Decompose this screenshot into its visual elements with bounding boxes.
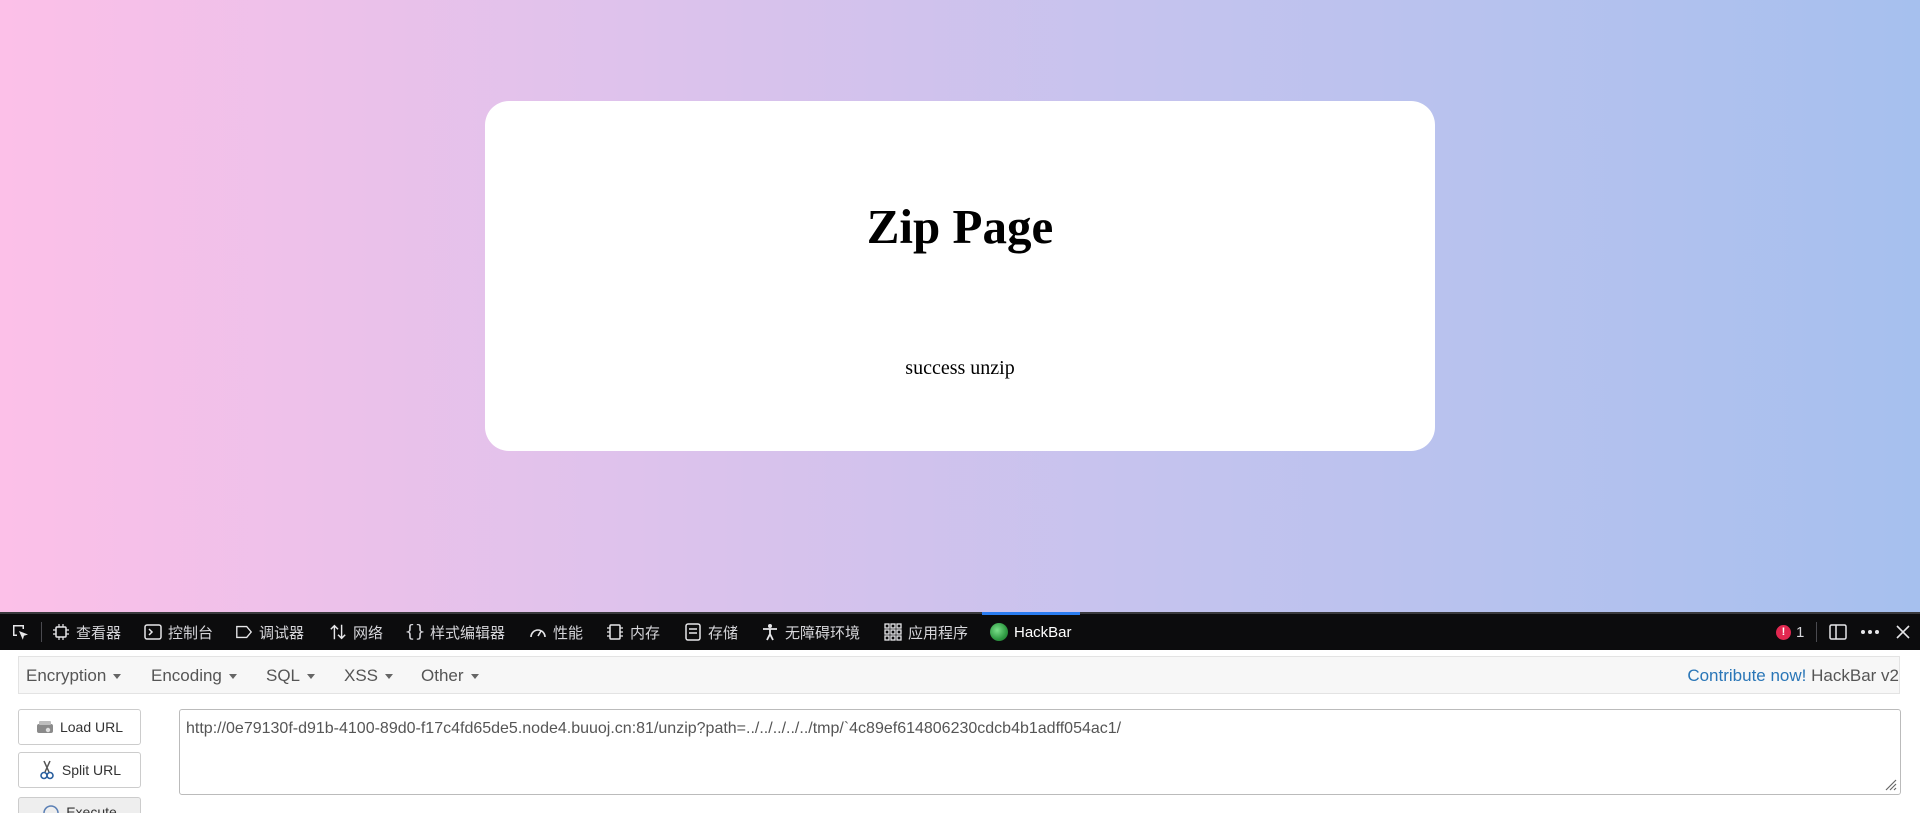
hackbar-logo-icon <box>990 623 1008 641</box>
devtools-panel: 查看器 控制台 调试器 网络 {} 样式编辑器 性能 内存 存储 无障碍环境 应… <box>0 612 1920 813</box>
console-icon <box>144 623 162 641</box>
tab-label: 查看器 <box>76 624 122 642</box>
menu-label: Encryption <box>26 666 107 685</box>
tab-label: 存储 <box>708 624 739 642</box>
menu-encoding[interactable]: Encoding <box>151 666 237 686</box>
contribute-area: Contribute now! HackBar v2 <box>1687 666 1899 686</box>
dock-side-icon[interactable] <box>1828 622 1848 642</box>
tab-inspector[interactable]: 查看器 <box>52 614 121 650</box>
chevron-down-icon <box>307 673 316 679</box>
chevron-down-icon <box>385 673 394 679</box>
tab-label: HackBar <box>1014 623 1072 641</box>
tab-label: 控制台 <box>168 624 214 642</box>
devtools-toolbar: 查看器 控制台 调试器 网络 {} 样式编辑器 性能 内存 存储 无障碍环境 应… <box>0 612 1920 650</box>
content-card: Zip Page success unzip <box>485 101 1435 451</box>
tab-hackbar[interactable]: HackBar <box>982 612 1080 650</box>
accessibility-icon <box>761 623 779 641</box>
close-icon[interactable] <box>1893 622 1913 642</box>
tab-label: 样式编辑器 <box>430 624 506 642</box>
menu-label: SQL <box>266 666 301 685</box>
load-url-icon <box>36 718 54 736</box>
menu-xss[interactable]: XSS <box>344 666 394 686</box>
tab-memory[interactable]: 内存 <box>606 614 660 650</box>
toolbar-divider <box>1816 622 1817 642</box>
tab-label: 性能 <box>553 624 584 642</box>
contribute-link[interactable]: Contribute now! <box>1687 666 1806 685</box>
chevron-down-icon <box>113 673 122 679</box>
more-options-icon[interactable] <box>1860 622 1880 642</box>
url-input[interactable]: http://0e79130f-d91b-4100-89d0-f17c4fd65… <box>179 709 1901 795</box>
split-url-button[interactable]: Split URL <box>18 752 141 788</box>
chevron-down-icon <box>228 673 237 679</box>
tab-label: 网络 <box>353 624 384 642</box>
network-icon <box>329 623 347 641</box>
tab-application[interactable]: 应用程序 <box>884 614 968 650</box>
menu-label: Encoding <box>151 666 222 685</box>
tab-console[interactable]: 控制台 <box>144 614 213 650</box>
load-url-label: Load URL <box>59 719 124 735</box>
menu-encryption[interactable]: Encryption <box>26 666 122 686</box>
style-editor-icon: {} <box>404 622 426 642</box>
menu-label: Other <box>421 666 464 685</box>
tab-style-editor[interactable]: {} 样式编辑器 <box>404 614 506 650</box>
element-picker-icon[interactable] <box>10 622 30 642</box>
menu-label: XSS <box>344 666 379 685</box>
tab-network[interactable]: 网络 <box>329 614 383 650</box>
execute-label: Execute <box>66 804 117 813</box>
menu-sql[interactable]: SQL <box>266 666 316 686</box>
error-icon: ! <box>1776 624 1791 640</box>
page-viewport: Zip Page success unzip <box>0 0 1920 612</box>
tab-label: 无障碍环境 <box>785 624 861 642</box>
error-count: 1 <box>1796 623 1805 641</box>
debugger-icon <box>235 623 253 641</box>
menu-other[interactable]: Other <box>421 666 479 686</box>
execute-icon <box>42 804 60 813</box>
tab-performance[interactable]: 性能 <box>529 614 583 650</box>
storage-icon <box>684 623 702 641</box>
application-icon <box>884 623 902 641</box>
page-title: Zip Page <box>866 199 1054 254</box>
scissors-icon <box>38 760 56 780</box>
tab-label: 应用程序 <box>908 624 969 642</box>
split-url-label: Split URL <box>61 762 122 778</box>
tab-label: 调试器 <box>259 624 305 642</box>
tab-storage[interactable]: 存储 <box>684 614 738 650</box>
memory-icon <box>606 623 624 641</box>
toolbar-divider <box>41 622 42 642</box>
url-text: http://0e79130f-d91b-4100-89d0-f17c4fd65… <box>186 720 1122 737</box>
tab-debugger[interactable]: 调试器 <box>235 614 304 650</box>
tab-label: 内存 <box>630 624 661 642</box>
inspector-icon <box>52 623 70 641</box>
chevron-down-icon <box>470 673 479 679</box>
resize-grip-icon[interactable] <box>1883 777 1897 791</box>
hackbar-version: HackBar v2 <box>1811 666 1899 685</box>
error-counter[interactable]: ! 1 <box>1776 614 1804 650</box>
load-url-button[interactable]: Load URL <box>18 709 141 745</box>
execute-button[interactable]: Execute <box>18 797 141 813</box>
performance-icon <box>529 623 547 641</box>
hackbar-menu-bar: Encryption Encoding SQL XSS Other Contri… <box>18 656 1900 694</box>
tab-accessibility[interactable]: 无障碍环境 <box>761 614 860 650</box>
status-message: success unzip <box>905 357 1015 379</box>
